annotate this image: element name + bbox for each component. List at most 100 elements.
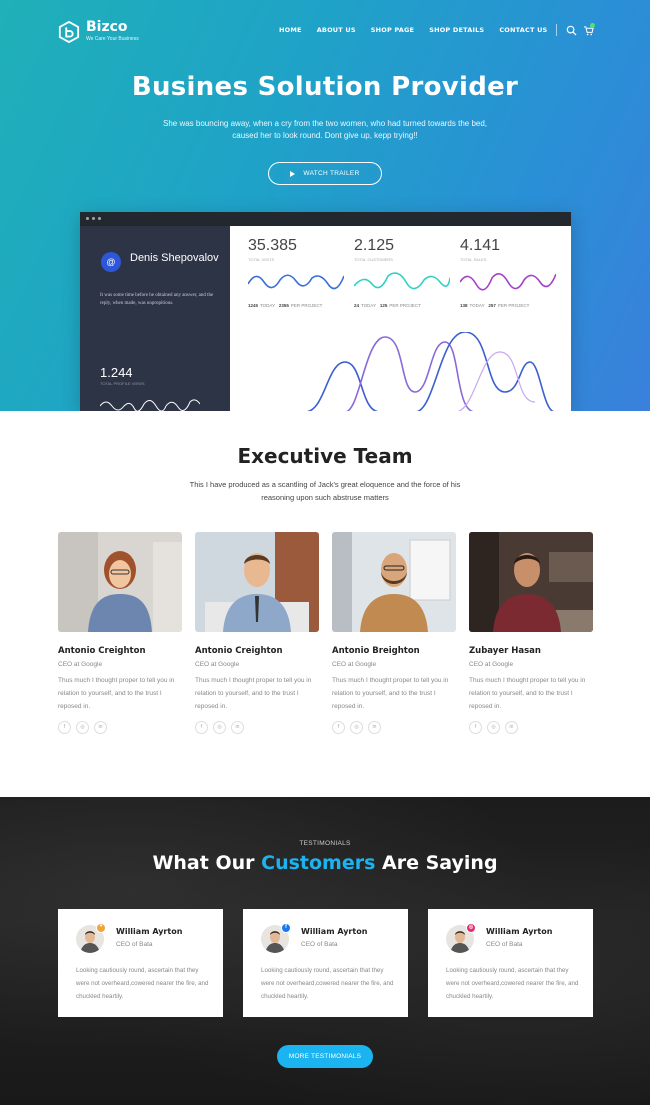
testimonial-role: CEO of Bata — [486, 941, 523, 948]
testimonial-text: Looking cautiously round, ascertain that… — [261, 967, 394, 1000]
nav-about-us[interactable]: ABOUT US — [317, 26, 356, 34]
testimonial-card: f William Ayrton CEO of Bata Looking cau… — [243, 909, 408, 1017]
hero-subtitle: She was bouncing away, when a cry from t… — [162, 119, 488, 140]
instagram-badge-icon: ◎ — [466, 923, 476, 933]
stat-sparkline — [248, 274, 344, 290]
logo-icon — [58, 20, 80, 43]
testimonial-name: William Ayrton — [301, 927, 368, 936]
profile-panel: @ Denis Shepovalov It was some time befo… — [80, 226, 230, 411]
facebook-badge-icon: f — [281, 923, 291, 933]
stat-label: TOTAL CUSTOMERS — [354, 257, 393, 262]
profile-views-label: TOTAL PROFILE VIEWS — [100, 381, 145, 386]
profile-description: It was some time before he obtained any … — [100, 293, 214, 306]
team-subtitle: This I have produced as a scantling of J… — [189, 480, 461, 502]
testimonial-text: Looking cautiously round, ascertain that… — [76, 967, 209, 1000]
stat-sparkline — [460, 273, 556, 291]
profile-sparkline — [100, 399, 200, 411]
linkedin-icon[interactable]: in — [94, 721, 107, 734]
member-photo — [332, 532, 456, 632]
profile-avatar: @ — [101, 252, 121, 272]
testimonial-card: ❝ William Ayrton CEO of Bata Looking cau… — [58, 909, 223, 1017]
stat-label: TOTAL VISITS — [248, 257, 275, 262]
stat-meta: 138 TODAY 257 PER PROJECT — [460, 303, 530, 308]
nav-shop-details[interactable]: SHOP DETAILS — [429, 26, 484, 34]
member-photo-image — [469, 532, 593, 632]
member-name: Zubayer Hasan — [469, 646, 541, 656]
member-photo — [469, 532, 593, 632]
stat-value: 4.141 — [460, 237, 501, 254]
member-role: CEO at Google — [469, 661, 514, 668]
facebook-icon[interactable]: f — [195, 721, 208, 734]
window-dot — [86, 217, 89, 220]
member-bio: Thus much I thought proper to tell you i… — [469, 677, 586, 710]
instagram-icon[interactable]: ◎ — [487, 721, 500, 734]
brand-name: Bizco — [86, 19, 128, 35]
hero-section: Bizco We Care Your Business HOME ABOUT U… — [0, 0, 650, 411]
member-socials: f ◎ in — [195, 721, 319, 734]
quote-badge-icon: ❝ — [96, 923, 106, 933]
member-bio: Thus much I thought proper to tell you i… — [58, 677, 175, 710]
testimonial-text: Looking cautiously round, ascertain that… — [446, 967, 579, 1000]
logo[interactable]: Bizco We Care Your Business — [58, 20, 139, 43]
testimonial-role: CEO of Bata — [116, 941, 153, 948]
member-photo — [195, 532, 319, 632]
profile-views-number: 1.244 — [100, 365, 133, 380]
instagram-icon[interactable]: ◎ — [76, 721, 89, 734]
stat-meta: 24 TODAY 125 PER PROJECT — [354, 303, 421, 308]
stat-meta: 1245 TODAY 2355 PER PROJECT — [248, 303, 323, 308]
team-card[interactable]: Antonio Creighton CEO at Google Thus muc… — [195, 532, 319, 734]
area-chart — [305, 332, 555, 411]
nav-home[interactable]: HOME — [279, 26, 302, 34]
nav-contact-us[interactable]: CONTACT US — [499, 26, 547, 34]
testimonial-role: CEO of Bata — [301, 941, 338, 948]
brand-tagline: We Care Your Business — [86, 36, 139, 42]
member-photo-image — [58, 532, 182, 632]
linkedin-icon[interactable]: in — [231, 721, 244, 734]
member-photo-image — [195, 532, 319, 632]
instagram-icon[interactable]: ◎ — [213, 721, 226, 734]
stat-label: TOTAL SALES — [460, 257, 487, 262]
window-dot — [98, 217, 101, 220]
main-nav: HOME ABOUT US SHOP PAGE SHOP DETAILS CON… — [279, 26, 562, 34]
member-role: CEO at Google — [58, 661, 103, 668]
team-card[interactable]: Zubayer Hasan CEO at Google Thus much I … — [469, 532, 593, 734]
linkedin-icon[interactable]: in — [505, 721, 518, 734]
member-socials: f ◎ in — [469, 721, 593, 734]
member-socials: f ◎ in — [58, 721, 182, 734]
hero-title: Busines Solution Provider — [131, 72, 519, 102]
profile-name: Denis Shepovalov — [130, 252, 219, 264]
window-dot — [92, 217, 95, 220]
member-photo — [58, 532, 182, 632]
member-bio: Thus much I thought proper to tell you i… — [332, 677, 449, 710]
watch-trailer-label: WATCH TRAILER — [303, 170, 360, 177]
member-photo-image — [332, 532, 456, 632]
watch-trailer-button[interactable]: WATCH TRAILER — [268, 162, 382, 185]
dashboard-mockup: @ Denis Shepovalov It was some time befo… — [80, 212, 571, 411]
member-name: Antonio Creighton — [58, 646, 146, 656]
browser-bar — [80, 212, 571, 226]
facebook-icon[interactable]: f — [58, 721, 71, 734]
member-role: CEO at Google — [195, 661, 240, 668]
cart-count-badge — [590, 23, 595, 28]
member-name: Antonio Creighton — [195, 646, 283, 656]
nav-divider — [556, 24, 557, 36]
stat-value: 2.125 — [354, 237, 395, 254]
play-icon — [290, 170, 296, 177]
testimonial-name: William Ayrton — [486, 927, 553, 936]
nav-shop-page[interactable]: SHOP PAGE — [371, 26, 414, 34]
facebook-icon[interactable]: f — [469, 721, 482, 734]
linkedin-icon[interactable]: in — [368, 721, 381, 734]
facebook-icon[interactable]: f — [332, 721, 345, 734]
team-card[interactable]: Antonio Breighton CEO at Google Thus muc… — [332, 532, 456, 734]
search-icon[interactable] — [566, 25, 577, 36]
member-socials: f ◎ in — [332, 721, 456, 734]
stat-value: 35.385 — [248, 237, 297, 254]
testimonial-card: ◎ William Ayrton CEO of Bata Looking cau… — [428, 909, 593, 1017]
team-title: Executive Team — [237, 444, 413, 468]
testimonials-title: What Our Customers Are Saying — [152, 852, 498, 874]
testimonial-name: William Ayrton — [116, 927, 183, 936]
more-testimonials-button[interactable]: MORE TESTIMONIALS — [277, 1045, 373, 1068]
instagram-icon[interactable]: ◎ — [350, 721, 363, 734]
team-card[interactable]: Antonio Creighton CEO at Google Thus muc… — [58, 532, 182, 734]
member-name: Antonio Breighton — [332, 646, 420, 656]
